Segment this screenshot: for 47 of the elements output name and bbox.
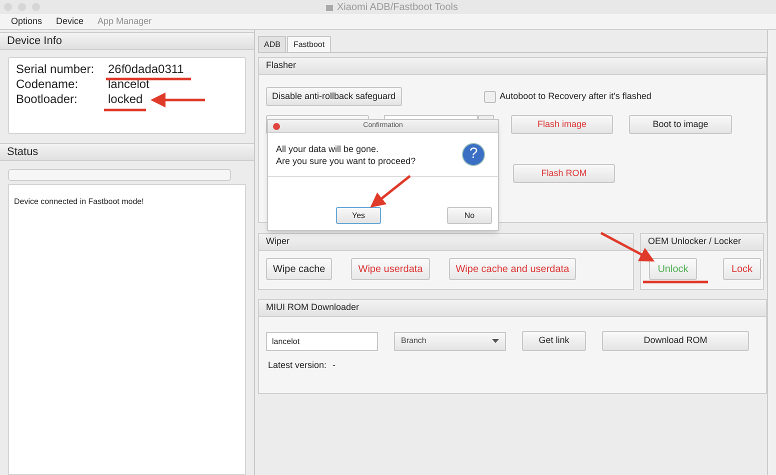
flash-image-button[interactable]: Flash image	[511, 115, 613, 134]
panel-header: MIUI ROM Downloader	[259, 300, 766, 317]
wipe-button[interactable]: Wipe cache and userdata	[448, 258, 576, 280]
disable-anti-rollback-button[interactable]: Disable anti-rollback safeguard	[266, 87, 402, 106]
tab[interactable]: Fastboot	[287, 36, 331, 52]
flash-rom-button[interactable]: Flash ROM	[513, 164, 615, 183]
info-label: Bootloader:	[16, 92, 78, 107]
panel-header: OEM Unlocker / Locker	[641, 234, 763, 251]
wipe-button[interactable]: Wipe userdata	[351, 258, 430, 280]
yes-button[interactable]: Yes	[336, 207, 381, 224]
panel-header: Wiper	[259, 234, 633, 251]
autoboot-label: Autoboot to Recovery after it's flashed	[500, 90, 652, 103]
lock-button[interactable]: Lock	[723, 258, 761, 280]
annotation-arrow	[150, 92, 205, 108]
codename-field[interactable]: lancelot	[266, 332, 378, 350]
dropdown-placeholder: Branch	[401, 335, 426, 347]
info-value: 26f0dada0311	[108, 62, 184, 77]
panel-header: Flasher	[259, 58, 766, 75]
caret-icon	[492, 339, 499, 343]
wipe-button[interactable]: Wipe cache	[266, 258, 332, 280]
panel-header: Device Info	[0, 32, 254, 50]
close-icon[interactable]	[273, 123, 280, 130]
branch-dropdown[interactable]: Branch	[394, 332, 506, 350]
app-icon	[325, 2, 334, 12]
dialog-message: All your data will be gone.	[276, 142, 380, 154]
info-value: lancelot	[108, 77, 150, 92]
dialog-message: Are you sure you want to proceed?	[276, 154, 416, 166]
annotation-arrow	[370, 175, 411, 208]
info-label: Codename:	[16, 77, 80, 92]
underline-mark	[104, 108, 146, 112]
menu-item[interactable]: Device	[56, 14, 84, 28]
tab[interactable]: ADB	[258, 36, 286, 52]
no-button[interactable]: No	[447, 207, 492, 224]
get-link-button[interactable]: Get link	[522, 331, 586, 351]
latest-version-value: -	[332, 359, 336, 372]
question-icon: ?	[462, 143, 485, 166]
download-rom-button[interactable]: Download ROM	[602, 331, 749, 351]
log-text: Device connected in Fastboot mode!	[14, 197, 144, 206]
menu-item[interactable]: Options	[11, 14, 42, 28]
panel-header: Status	[0, 143, 254, 161]
underline-mark	[643, 280, 708, 284]
window-title: Xiaomi ADB/Fastboot Tools	[337, 0, 458, 14]
boot-to-image-button[interactable]: Boot to image	[629, 115, 732, 134]
checkbox[interactable]	[484, 90, 496, 102]
latest-version-label: Latest version:	[268, 359, 327, 372]
info-value: locked	[108, 92, 143, 107]
info-label: Serial number:	[16, 62, 96, 77]
